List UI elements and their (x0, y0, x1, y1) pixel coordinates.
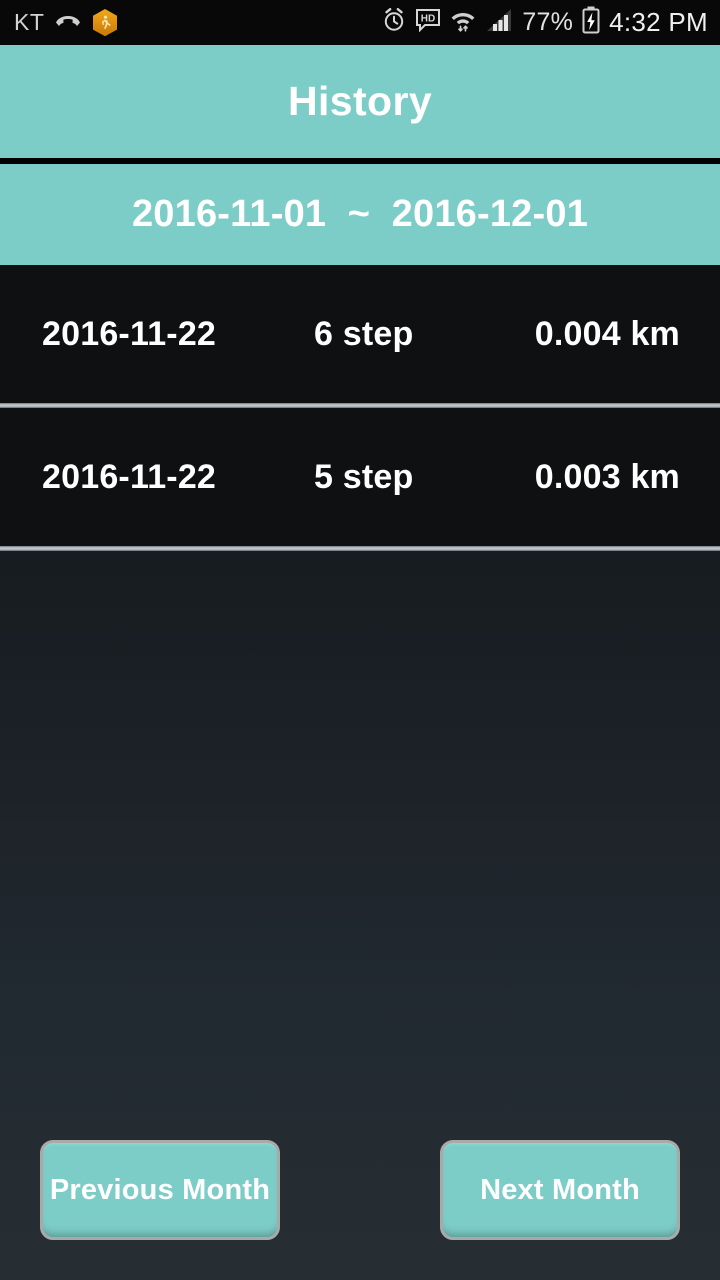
row-steps: 5 step (314, 457, 414, 496)
battery-percent-label: 77% (522, 8, 574, 36)
wifi-icon (450, 7, 476, 38)
missed-call-icon (55, 10, 81, 35)
row-distance: 0.003 km (534, 457, 680, 496)
hd-voice-icon: HD (415, 8, 441, 37)
app-title-bar: History (0, 45, 720, 158)
clock-label: 4:32 PM (609, 7, 708, 37)
row-separator (0, 546, 720, 551)
table-row[interactable]: 2016-11-22 5 step 0.003 km (0, 408, 720, 546)
page-title: History (287, 78, 433, 124)
previous-month-button[interactable]: Previous Month (40, 1140, 280, 1240)
row-date: 2016-11-22 (42, 457, 217, 496)
footer-button-bar: Previous Month Next Month (0, 1140, 720, 1240)
row-date: 2016-11-22 (42, 314, 217, 353)
date-range-bar[interactable]: 2016-11-01 ~ 2016-12-01 (0, 164, 720, 265)
carrier-label: KT (14, 9, 45, 35)
status-bar-right: HD 77% 4:32 PM (382, 6, 708, 39)
row-distance: 0.004 km (534, 314, 680, 353)
status-bar: KT HD 77% 4:32 PM (0, 0, 720, 45)
health-hexagon-badge-icon (92, 8, 118, 37)
battery-charging-icon (582, 6, 600, 39)
alarm-clock-icon (382, 7, 406, 38)
cellular-signal-icon (485, 7, 513, 38)
app-screen: KT HD 77% 4:32 PM History 2016-11-01 ~ 2… (0, 0, 720, 1280)
status-bar-left: KT (14, 8, 118, 37)
row-steps: 6 step (314, 314, 414, 353)
history-list: 2016-11-22 6 step 0.004 km 2016-11-22 5 … (0, 265, 720, 551)
svg-text:HD: HD (421, 14, 435, 25)
date-range-label: 2016-11-01 ~ 2016-12-01 (131, 193, 589, 235)
next-month-button[interactable]: Next Month (440, 1140, 680, 1240)
table-row[interactable]: 2016-11-22 6 step 0.004 km (0, 265, 720, 403)
